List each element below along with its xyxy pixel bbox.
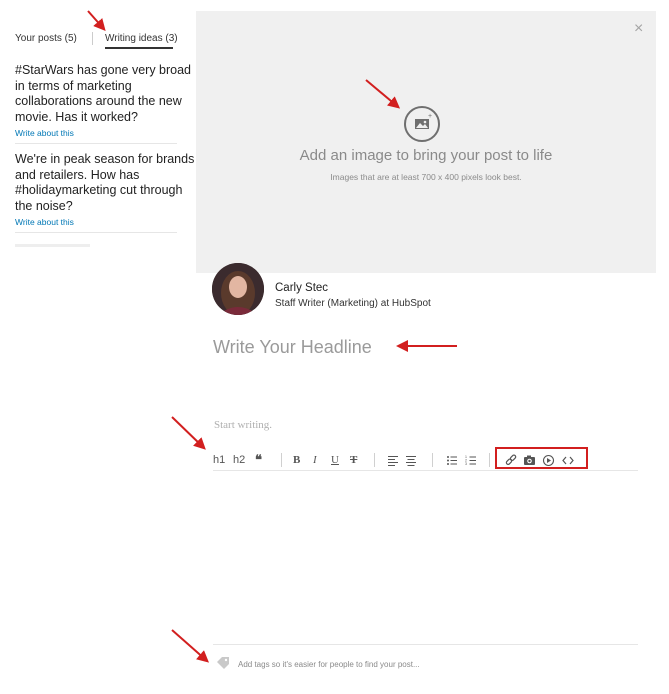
arrow-tags <box>171 629 209 663</box>
arrow-writing-ideas <box>87 10 106 31</box>
arrow-add-image <box>365 79 401 109</box>
annotation-arrows <box>87 10 457 663</box>
arrow-start-writing <box>171 416 206 450</box>
